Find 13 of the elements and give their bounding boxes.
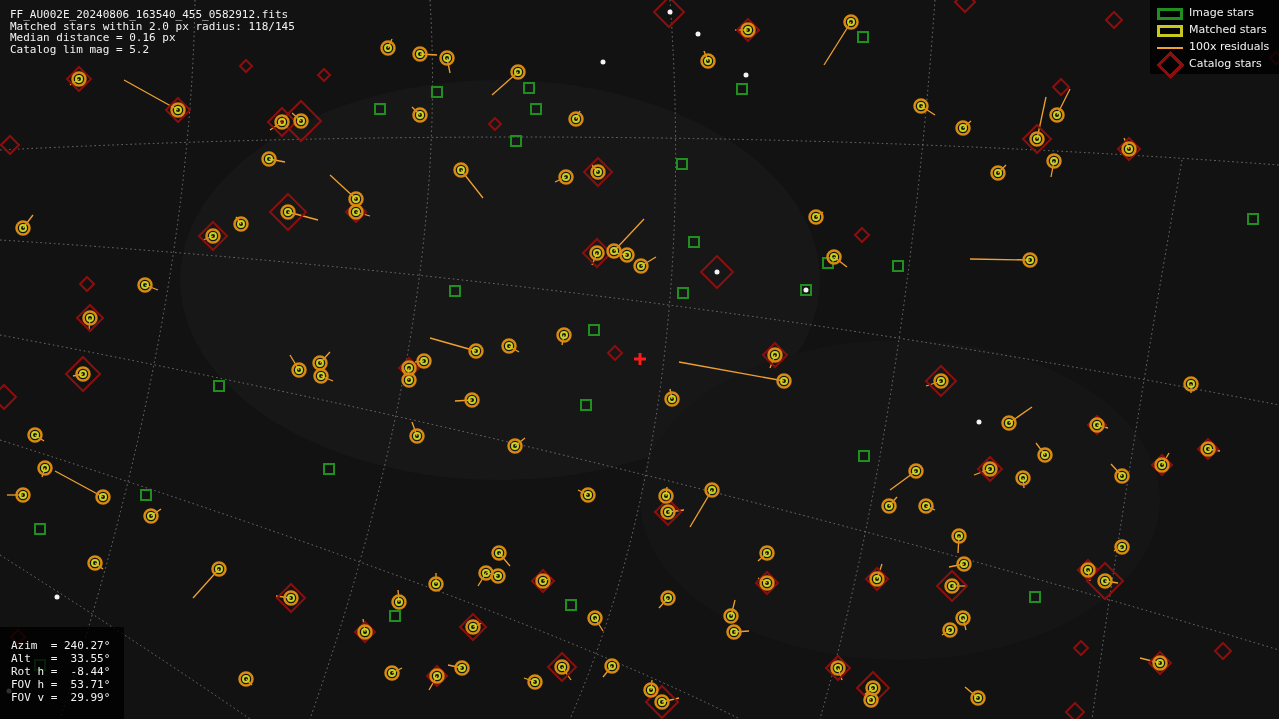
info-line: Matched stars within 2.0 px radius: 118/145: [10, 20, 295, 32]
pointing-line: FOV v = 29.99°: [11, 691, 112, 705]
info-line: Median distance = 0.16 px: [10, 32, 176, 44]
legend-label: Matched stars: [1189, 22, 1267, 39]
pointing-line: Azim = 240.27°: [11, 640, 112, 653]
legend-label: Catalog stars: [1189, 56, 1262, 73]
pointing-line: FOV h = 53.71°: [11, 678, 112, 692]
legend-label: 100x residuals: [1189, 39, 1270, 56]
info-line: FF_AU002E_20240806_163540_455_0582912.fits: [10, 9, 290, 21]
legend-label: Image stars: [1189, 5, 1254, 22]
pointing-line: Alt = 33.55°: [11, 652, 112, 666]
info-line: Catalog lim mag = 5.2: [10, 43, 151, 55]
pointing-line: Rot h = -8.44°: [11, 665, 112, 679]
